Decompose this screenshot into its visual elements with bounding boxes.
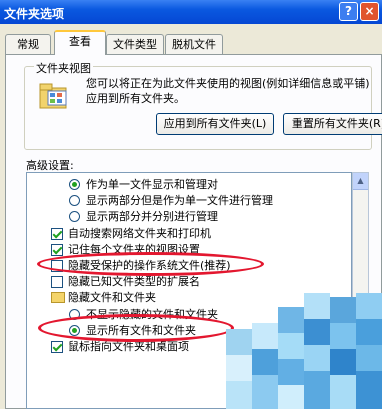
checkbox[interactable] (51, 260, 63, 272)
advanced-setting-label: 鼠标指向文件夹和桌面项 (68, 340, 189, 353)
radio-button[interactable] (69, 324, 80, 336)
window-title: 文件夹选项 (4, 7, 65, 21)
tab-label: 脱机文件 (172, 38, 216, 51)
checkbox[interactable] (51, 276, 63, 289)
scroll-up-arrow-icon[interactable]: ▲ (353, 173, 368, 190)
folder-views-icon (39, 83, 67, 109)
advanced-setting-label: 显示两部分但是作为单一文件进行管理 (86, 194, 273, 208)
checkbox[interactable] (51, 243, 63, 256)
folder-icon (51, 292, 65, 304)
reset-all-folders-button[interactable]: 重置所有文件夹(R) (283, 113, 382, 135)
radio-button[interactable] (69, 179, 80, 190)
radio-button[interactable] (69, 195, 80, 207)
tab-file-types[interactable]: 文件类型 (106, 34, 164, 54)
advanced-settings-label: 高级设置: (26, 159, 74, 172)
folder-views-title: 文件夹视图 (34, 60, 93, 76)
checkbox[interactable] (51, 341, 63, 353)
close-button[interactable]: × (360, 2, 379, 21)
pixelated-watermark (226, 293, 382, 409)
radio-button[interactable] (69, 211, 80, 223)
advanced-setting-label: 作为单一文件显示和管理对 (86, 178, 218, 191)
folder-views-description: 您可以将正在为此文件夹使用的视图(例如详细信息或平铺)应用到所有文件夹。 (86, 77, 370, 105)
advanced-setting-label: 不显示隐藏的文件和文件夹 (86, 307, 218, 321)
help-icon: ? (345, 4, 352, 18)
tab-view[interactable]: 查看 (54, 30, 106, 55)
help-button[interactable]: ? (339, 2, 358, 21)
advanced-setting-label: 隐藏受保护的操作系统文件(推荐) (68, 259, 231, 272)
apply-to-all-folders-button[interactable]: 应用到所有文件夹(L) (156, 113, 274, 135)
advanced-setting-label: 显示两部分并分别进行管理 (86, 210, 218, 224)
radio-button[interactable] (69, 308, 80, 320)
tab-offline-files[interactable]: 脱机文件 (165, 34, 223, 54)
tab-general[interactable]: 常规 (5, 34, 51, 54)
checkbox[interactable] (51, 227, 63, 240)
tab-label: 查看 (69, 35, 91, 48)
advanced-setting-label: 隐藏已知文件类型的扩展名 (68, 275, 200, 289)
advanced-setting-label: 显示所有文件和文件夹 (86, 323, 196, 337)
tab-label: 常规 (17, 38, 39, 51)
tab-label: 文件类型 (113, 38, 157, 51)
advanced-setting-label: 记住每个文件夹的视图设置 (68, 242, 200, 256)
advanced-setting-label: 自动搜索网络文件夹和打印机 (68, 226, 211, 240)
advanced-setting-label: 隐藏文件和文件夹 (68, 291, 156, 305)
close-icon: × (364, 4, 375, 18)
title-bar: 文件夹选项 ? × (0, 0, 382, 24)
